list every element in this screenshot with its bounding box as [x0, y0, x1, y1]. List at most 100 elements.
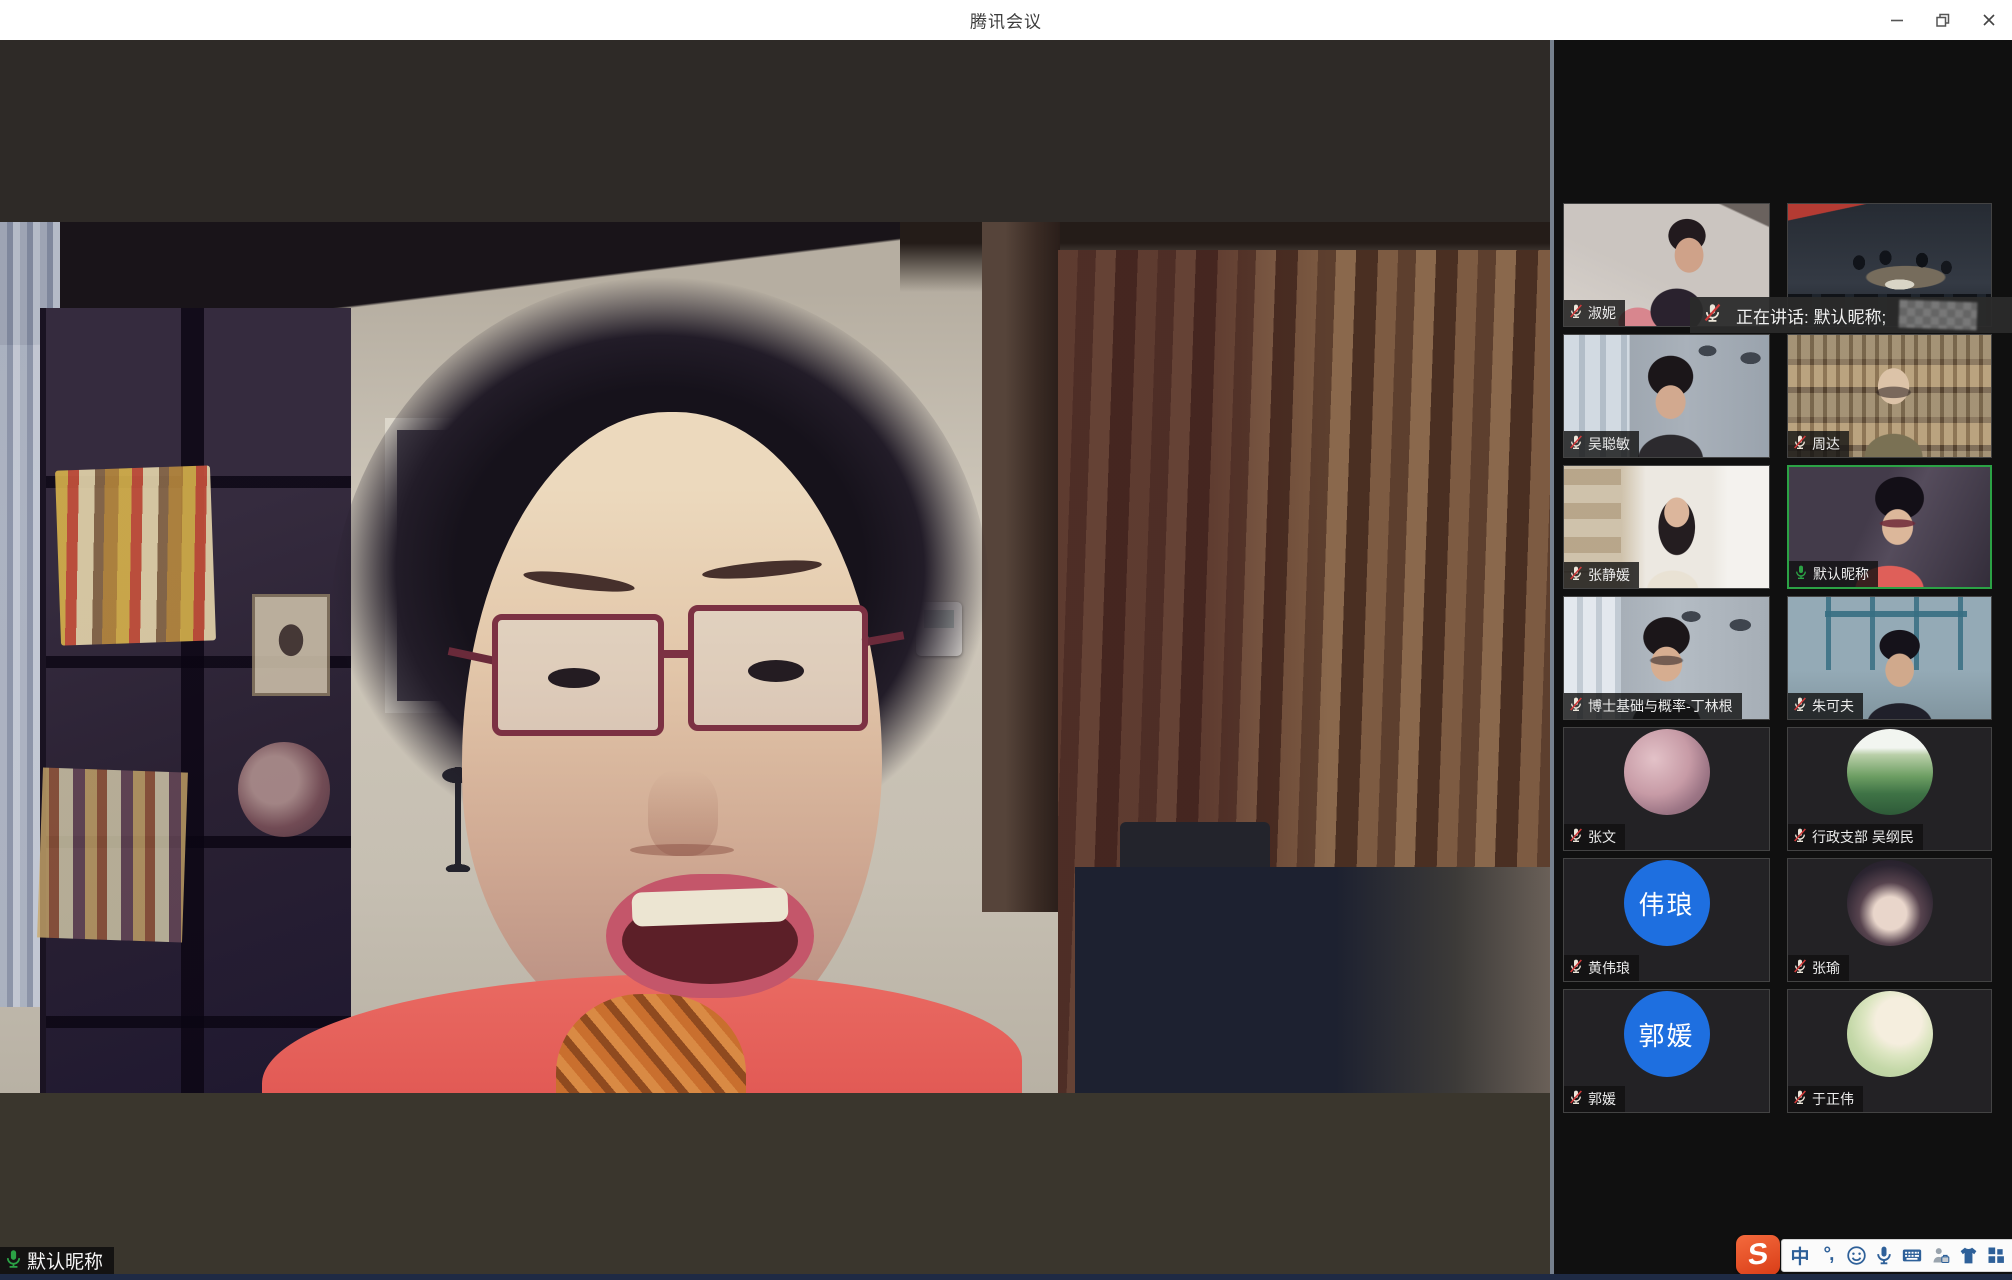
participant-name: 郭媛 — [1588, 1089, 1616, 1109]
participant-name-label: 于正伟 — [1788, 1086, 1863, 1112]
punctuation-icon[interactable]: °, — [1815, 1242, 1841, 1268]
restore-button[interactable] — [1920, 0, 1966, 40]
skin-icon[interactable] — [1955, 1242, 1981, 1268]
participant-name-label: 行政支部 吴纲民 — [1788, 824, 1923, 850]
mic-muted-icon — [1792, 958, 1808, 979]
main-speaker-name-tag: 默认昵称 — [0, 1247, 114, 1274]
participant-name: 张文 — [1588, 827, 1616, 847]
window-controls — [1874, 0, 2012, 40]
window-title: 腾讯会议 — [970, 8, 1042, 33]
participant-name: 周达 — [1812, 434, 1840, 454]
meeting-content: 默认昵称 淑妮吴聪敏周达张静媛默认昵称博士基础与概率-丁林根朱可夫张文行政支部 … — [0, 40, 2012, 1280]
participant-name-label: 默认昵称 — [1789, 561, 1878, 587]
speaker-eye-right — [748, 660, 804, 682]
participant-tile-6[interactable]: 默认昵称 — [1787, 465, 1992, 589]
participant-name: 朱可夫 — [1812, 696, 1854, 716]
photo-frame — [252, 594, 330, 696]
participant-name: 淑妮 — [1588, 303, 1616, 323]
participant-tile-11[interactable]: 伟琅黄伟琅 — [1563, 858, 1770, 982]
chinese-mode-icon[interactable]: 中 — [1787, 1242, 1813, 1268]
mic-muted-icon — [1568, 1089, 1584, 1110]
participant-name: 张瑜 — [1812, 958, 1840, 978]
mic-muted-icon — [1792, 434, 1808, 455]
mic-muted-icon — [1792, 1089, 1808, 1110]
mic-muted-icon — [1568, 434, 1584, 455]
restore-icon — [1935, 12, 1951, 28]
book-spines-lower — [37, 768, 188, 943]
participant-grid: 淑妮吴聪敏周达张静媛默认昵称博士基础与概率-丁林根朱可夫张文行政支部 吴纲民伟琅… — [1563, 203, 1992, 1113]
participant-name-label: 吴聪敏 — [1564, 431, 1639, 457]
apps-grid-icon[interactable] — [1983, 1242, 2009, 1268]
participant-tile-7[interactable]: 博士基础与概率-丁林根 — [1563, 596, 1770, 720]
keyboard-icon[interactable] — [1899, 1242, 1925, 1268]
mic-active-icon — [1793, 564, 1809, 585]
participant-name: 博士基础与概率-丁林根 — [1588, 696, 1733, 716]
speaker-eye-left — [548, 668, 600, 688]
mic-muted-icon — [1702, 302, 1723, 328]
voice-input-icon[interactable] — [1871, 1242, 1897, 1268]
letterbox-top — [0, 40, 1550, 222]
participant-name-label: 淑妮 — [1564, 300, 1625, 326]
avatar-image — [1847, 729, 1933, 815]
participant-name-label: 朱可夫 — [1788, 693, 1863, 719]
avatar-initials: 伟琅 — [1624, 860, 1710, 946]
participant-name-label: 张瑜 — [1788, 955, 1849, 981]
mic-muted-icon — [1792, 827, 1808, 848]
mic-muted-icon — [1568, 696, 1584, 717]
participant-tile-9[interactable]: 张文 — [1563, 727, 1770, 851]
participant-name-label: 郭媛 — [1564, 1086, 1625, 1112]
close-icon — [1981, 12, 1997, 28]
close-button[interactable] — [1966, 0, 2012, 40]
participant-name: 黄伟琅 — [1588, 958, 1630, 978]
bookshelf — [40, 308, 351, 1093]
ime-icon-bar: 中°, — [1781, 1239, 2012, 1272]
minimize-button[interactable] — [1874, 0, 1920, 40]
participant-tile-8[interactable]: 朱可夫 — [1787, 596, 1992, 720]
avatar-initials: 郭媛 — [1624, 991, 1710, 1077]
mic-muted-icon — [1568, 303, 1584, 324]
participant-tile-5[interactable]: 张静媛 — [1563, 465, 1770, 589]
participant-tile-14[interactable]: 于正伟 — [1787, 989, 1992, 1113]
door-frame — [982, 222, 1060, 912]
participant-name-label: 周达 — [1788, 431, 1849, 457]
participant-name: 吴聪敏 — [1588, 434, 1630, 454]
participant-name-label: 张文 — [1564, 824, 1625, 850]
emoji-icon[interactable] — [1843, 1242, 1869, 1268]
avatar-image — [1847, 860, 1933, 946]
participant-name: 张静媛 — [1588, 565, 1630, 585]
speaking-toast-text: 正在讲话: 默认昵称; — [1736, 303, 1886, 328]
participant-name-label: 博士基础与概率-丁林根 — [1564, 693, 1742, 719]
speaker-nose-shadow — [630, 844, 734, 856]
glasses-bridge — [658, 650, 694, 658]
speaking-toast: 正在讲话: 默认昵称; — [1690, 297, 2012, 333]
speaker-teeth — [631, 887, 788, 926]
toolbox-icon[interactable] — [1927, 1242, 1953, 1268]
sogou-logo[interactable]: S — [1736, 1235, 1780, 1275]
letterbox-bottom — [0, 1093, 1550, 1280]
main-speaker-name: 默认昵称 — [27, 1247, 103, 1274]
participant-name: 于正伟 — [1812, 1089, 1854, 1109]
minimize-icon — [1889, 12, 1905, 28]
participant-name: 默认昵称 — [1813, 564, 1869, 584]
participant-tile-3[interactable]: 吴聪敏 — [1563, 334, 1770, 458]
avatar-image — [1847, 991, 1933, 1077]
ime-toolbar: S 中°, — [1736, 1235, 2012, 1275]
participant-tile-12[interactable]: 张瑜 — [1787, 858, 1992, 982]
mic-muted-icon — [1568, 827, 1584, 848]
participants-sidebar: 淑妮吴聪敏周达张静媛默认昵称博士基础与概率-丁林根朱可夫张文行政支部 吴纲民伟琅… — [1554, 40, 2012, 1280]
participant-tile-10[interactable]: 行政支部 吴纲民 — [1787, 727, 1992, 851]
participant-tile-13[interactable]: 郭媛郭媛 — [1563, 989, 1770, 1113]
desk-shadow — [1075, 867, 1550, 1093]
avatar-image — [1624, 729, 1710, 815]
mic-muted-icon — [1792, 696, 1808, 717]
titlebar: 腾讯会议 — [0, 0, 2012, 40]
participant-tile-4[interactable]: 周达 — [1787, 334, 1992, 458]
main-speaker-pane[interactable]: 默认昵称 — [0, 40, 1550, 1280]
mic-muted-icon — [1568, 565, 1584, 586]
mic-muted-icon — [1568, 958, 1584, 979]
sogou-logo-letter: S — [1747, 1237, 1768, 1273]
mic-active-icon — [3, 1248, 24, 1274]
participant-name-label: 黄伟琅 — [1564, 955, 1639, 981]
main-speaker-video[interactable] — [0, 222, 1550, 1093]
taskbar-edge — [0, 1274, 2012, 1280]
